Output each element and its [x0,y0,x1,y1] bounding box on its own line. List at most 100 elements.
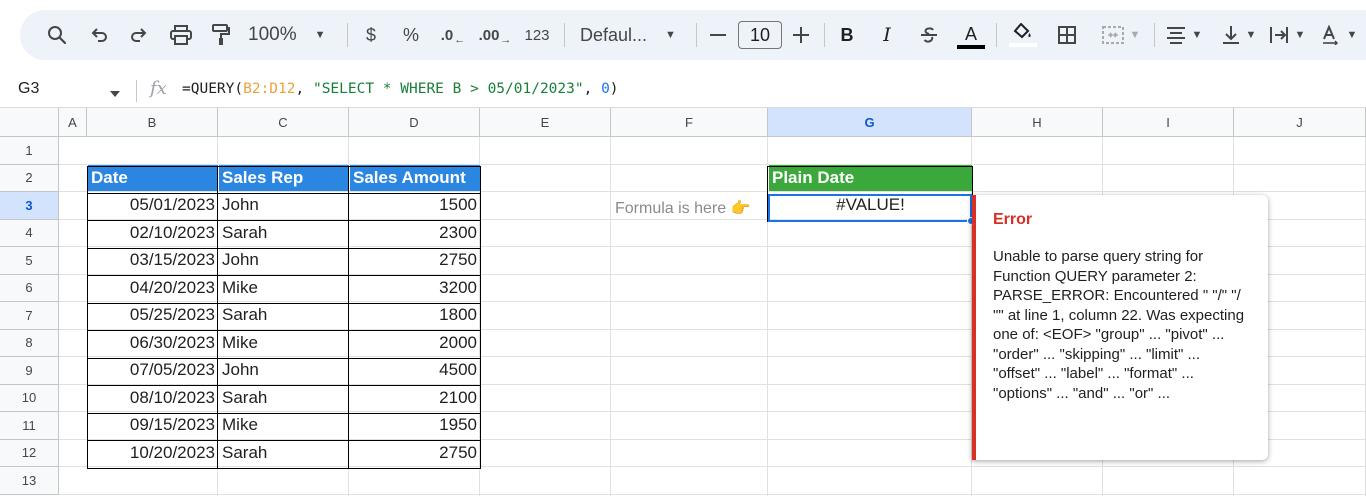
column-header-d[interactable]: D [349,108,480,137]
column-header-g[interactable]: G [768,108,972,137]
table-header-cell[interactable]: Sales Amount [350,164,480,191]
text-wrap-icon[interactable]: ▼ [1264,10,1310,60]
formula-input[interactable]: =QUERY(B2:D12, "SELECT * WHERE B > 05/01… [182,81,619,97]
column-header-i[interactable]: I [1103,108,1234,137]
horizontal-align-icon[interactable]: ▼ [1160,10,1208,60]
table-border [217,166,218,469]
table-cell[interactable]: 2750 [350,440,480,467]
row-header-1[interactable]: 1 [0,137,59,165]
row-header-7[interactable]: 7 [0,302,59,330]
print-icon[interactable] [166,10,196,60]
merge-cells-icon[interactable]: ▼ [1096,10,1146,60]
table-cell[interactable]: 1500 [350,192,480,219]
table-cell[interactable]: 08/10/2023 [88,385,218,412]
currency-button[interactable]: $ [360,10,382,60]
table-cell[interactable]: John [219,192,349,219]
table-cell[interactable]: 05/25/2023 [88,302,218,329]
chevron-down-icon[interactable] [110,84,120,102]
column-header-c[interactable]: C [218,108,349,137]
undo-icon[interactable] [84,10,114,60]
number-format-button[interactable]: 123 [520,10,554,60]
table-cell[interactable]: 3200 [350,275,480,302]
row-header-2[interactable]: 2 [0,164,59,192]
select-all-corner[interactable] [0,108,59,137]
arrow-right-icon: → [500,34,512,46]
font-size-input[interactable]: 10 [738,21,782,49]
row-header-9[interactable]: 9 [0,357,59,385]
font-select[interactable]: Defaul... ▼ [580,10,685,60]
table-cell[interactable]: 06/30/2023 [88,330,218,357]
name-box[interactable]: G3 [18,80,39,98]
table-cell[interactable]: Sarah [219,302,349,329]
table-cell[interactable]: 10/20/2023 [88,440,218,467]
paint-format-icon[interactable] [206,10,236,60]
text-rotation-icon[interactable]: ▼ [1316,10,1362,60]
table-cell[interactable]: 2100 [350,385,480,412]
fill-color-icon[interactable] [1008,10,1038,60]
italic-button[interactable]: I [876,10,898,60]
borders-icon[interactable] [1054,10,1080,60]
table-header-cell[interactable]: Sales Rep [219,164,349,191]
search-icon[interactable] [42,10,72,60]
table-cell[interactable]: 02/10/2023 [88,220,218,247]
output-header-cell[interactable]: Plain Date [769,164,972,191]
row-header-12[interactable]: 12 [0,439,59,467]
table-cell[interactable]: 04/20/2023 [88,275,218,302]
column-header-f[interactable]: F [611,108,768,137]
row-header-13[interactable]: 13 [0,467,59,495]
table-cell[interactable]: Mike [219,330,349,357]
bold-button[interactable]: B [836,10,858,60]
divider [564,23,565,47]
text-color-button[interactable]: A [956,10,986,60]
column-header-j[interactable]: J [1234,108,1366,137]
row-header-11[interactable]: 11 [0,412,59,440]
row-header-10[interactable]: 10 [0,384,59,412]
zoom-select[interactable]: 100% ▼ [248,10,338,60]
table-cell[interactable]: 07/05/2023 [88,357,218,384]
column-header-b[interactable]: B [87,108,218,137]
row-header-4[interactable]: 4 [0,219,59,247]
divider [824,23,825,47]
table-cell[interactable]: 1800 [350,302,480,329]
table-border [87,275,481,276]
table-cell[interactable]: 4500 [350,357,480,384]
column-header-h[interactable]: H [972,108,1103,137]
percent-button[interactable]: % [400,10,422,60]
decrease-decimal-button[interactable]: .0 ← [438,10,468,60]
increase-font-size-button[interactable] [789,10,813,60]
table-cell[interactable]: 2000 [350,330,480,357]
table-cell[interactable]: 05/01/2023 [88,192,218,219]
chevron-down-icon: ▼ [1346,29,1358,41]
decrease-font-size-button[interactable] [706,10,730,60]
table-cell[interactable]: 2300 [350,220,480,247]
table-cell[interactable]: Sarah [219,440,349,467]
row-header-5[interactable]: 5 [0,247,59,275]
table-cell[interactable]: Mike [219,275,349,302]
table-border [87,357,481,359]
row-header-3[interactable]: 3 [0,192,59,220]
divider [347,23,348,47]
table-cell[interactable]: Sarah [219,385,349,412]
active-cell-outline [768,194,972,222]
strikethrough-icon[interactable] [918,10,940,60]
table-cell[interactable]: 03/15/2023 [88,247,218,274]
table-cell[interactable]: Mike [219,412,349,439]
table-header-cell[interactable]: Date [88,164,218,191]
table-cell[interactable]: John [219,357,349,384]
table-cell[interactable]: John [219,247,349,274]
chevron-down-icon: ▼ [665,29,676,41]
column-header-a[interactable]: A [59,108,87,137]
chevron-down-icon: ▼ [1294,29,1306,41]
table-border [348,166,349,469]
toolbar-pill: 100% ▼ $ % .0 ← .00 → 123 Defaul... ▼ 10… [20,10,1366,60]
row-header-6[interactable]: 6 [0,274,59,302]
table-cell[interactable]: Sarah [219,220,349,247]
table-cell[interactable]: 2750 [350,247,480,274]
column-header-e[interactable]: E [480,108,611,137]
table-cell[interactable]: 09/15/2023 [88,412,218,439]
row-header-8[interactable]: 8 [0,329,59,357]
vertical-align-icon[interactable]: ▼ [1216,10,1262,60]
redo-icon[interactable] [124,10,154,60]
increase-decimal-button[interactable]: .00 → [478,10,512,60]
table-cell[interactable]: 1950 [350,412,480,439]
